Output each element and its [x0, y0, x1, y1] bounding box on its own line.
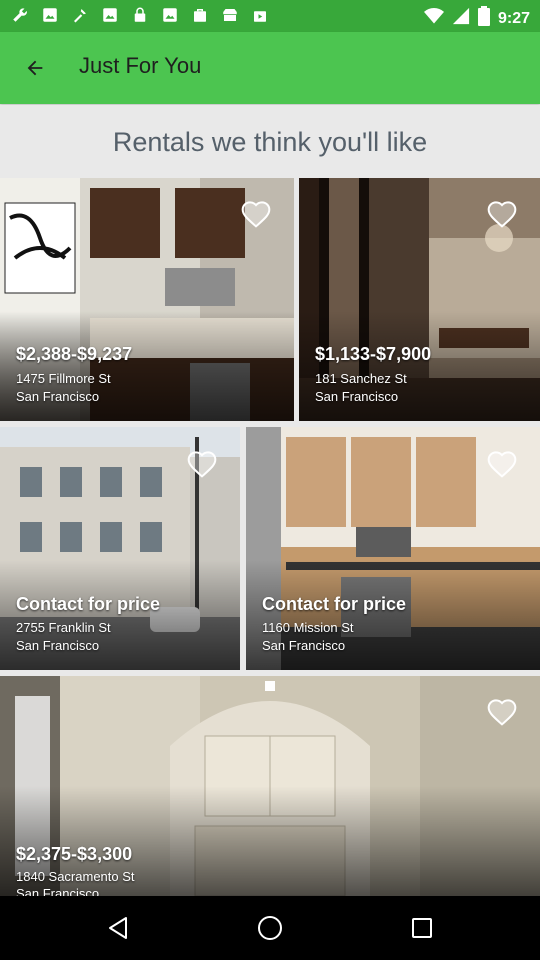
image-icon	[160, 6, 180, 26]
status-bar: 9:27	[0, 0, 540, 32]
listing-city: San Francisco	[315, 389, 399, 404]
card-gradient	[246, 560, 540, 670]
card-gradient	[0, 311, 294, 421]
wrench-icon	[10, 6, 30, 26]
image-icon	[100, 6, 120, 26]
listing-address: 2755 Franklin St	[16, 620, 111, 635]
wifi-icon	[423, 7, 444, 30]
nav-back-icon	[109, 917, 127, 939]
navigation-bar	[0, 896, 540, 960]
heart-icon[interactable]	[240, 198, 272, 228]
listing-address: 1475 Fillmore St	[16, 371, 111, 386]
card-gradient	[0, 560, 240, 670]
battery-icon	[477, 6, 490, 31]
heart-icon[interactable]	[486, 448, 518, 478]
nav-home-icon	[258, 916, 282, 940]
listing-city: San Francisco	[16, 886, 100, 896]
listing-price: $2,388-$9,237	[16, 344, 133, 364]
section-header: Rentals we think you'll like	[0, 105, 540, 177]
listing-address: 1160 Mission St	[262, 620, 354, 635]
tools-icon	[70, 6, 90, 26]
section-title: Rentals we think you'll like	[112, 127, 428, 157]
lock-icon	[130, 6, 150, 26]
clock: 9:27	[497, 9, 530, 27]
nav-recents-icon	[412, 918, 432, 938]
listing-price: $2,375-$3,300	[16, 844, 133, 864]
system-icons: 9:27	[423, 6, 530, 31]
listing-city: San Francisco	[16, 389, 100, 404]
listing-price: $1,133-$7,900	[315, 344, 432, 364]
nav-back-button[interactable]	[98, 908, 138, 948]
listing-city: San Francisco	[262, 638, 346, 653]
listing-city: San Francisco	[16, 638, 100, 653]
app-bar: Just For You	[0, 32, 540, 104]
listing-card[interactable]: $1,133-$7,900 181 Sanchez St San Francis…	[299, 178, 540, 421]
image-icon	[40, 6, 60, 26]
heart-icon[interactable]	[186, 448, 218, 478]
signal-icon	[452, 7, 470, 30]
heart-icon[interactable]	[486, 198, 518, 228]
nav-recents-button[interactable]	[402, 908, 442, 948]
card-gradient	[299, 311, 540, 421]
listing-card[interactable]: Contact for price 2755 Franklin St San F…	[0, 427, 240, 670]
page-title: Just For You	[79, 53, 202, 78]
bag-icon	[250, 6, 270, 26]
listing-card[interactable]: $2,375-$3,300 1840 Sacramento St San Fra…	[0, 676, 540, 896]
listing-price: Contact for price	[262, 594, 407, 614]
listing-price: Contact for price	[16, 594, 161, 614]
listing-card[interactable]: Contact for price 1160 Mission St San Fr…	[246, 427, 540, 670]
bag-icon	[190, 6, 210, 26]
listing-address: 181 Sanchez St	[315, 371, 407, 386]
store-icon	[220, 6, 240, 26]
back-button[interactable]	[18, 52, 52, 84]
nav-home-button[interactable]	[250, 908, 290, 948]
arrow-back-icon	[27, 60, 43, 76]
listing-card[interactable]: $2,388-$9,237 1475 Fillmore St San Franc…	[0, 178, 294, 421]
notification-icons	[10, 6, 270, 26]
listing-address: 1840 Sacramento St	[16, 869, 135, 884]
heart-icon[interactable]	[486, 696, 518, 726]
